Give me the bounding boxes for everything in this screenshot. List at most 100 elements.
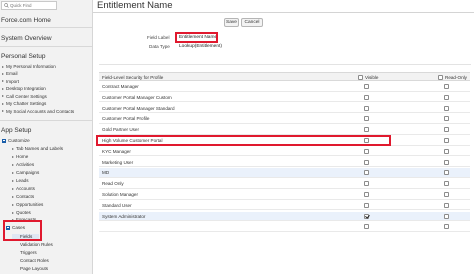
expand-arrow-icon — [12, 187, 14, 190]
expand-arrow-icon — [2, 72, 4, 75]
sidebar-item-accounts[interactable]: Accounts — [12, 186, 35, 192]
table-row: System Administrator — [99, 211, 470, 222]
visible-checkbox[interactable] — [364, 116, 369, 122]
page-title: Entitlement Name — [97, 0, 173, 11]
profile-name: System Administrator — [102, 213, 146, 219]
title-divider — [93, 12, 474, 13]
sidebar-item-social-accounts[interactable]: My Social Accounts and Contacts — [2, 109, 74, 115]
visible-cell — [364, 213, 371, 220]
sidebar-item-triggers[interactable]: Triggers — [20, 250, 37, 256]
read-only-cell — [444, 94, 451, 101]
visible-checkbox[interactable] — [364, 224, 369, 230]
cases-highlight-box — [3, 220, 42, 241]
table-row: Contract Manager — [99, 82, 470, 92]
visible-checkbox[interactable] — [364, 213, 369, 219]
read-only-checkbox[interactable] — [444, 224, 449, 230]
expand-arrow-icon — [2, 80, 4, 82]
read-only-checkbox[interactable] — [444, 170, 449, 176]
section-divider — [99, 64, 471, 65]
expand-arrow-icon — [2, 102, 4, 105]
visible-checkbox[interactable] — [364, 202, 369, 208]
visible-cell — [364, 148, 371, 155]
visible-checkbox[interactable] — [364, 181, 369, 187]
expand-arrow-icon — [2, 65, 4, 68]
visible-checkbox[interactable] — [364, 192, 369, 197]
sidebar-item-call-center-settings[interactable]: Call Center Settings — [2, 94, 47, 100]
read-only-checkbox[interactable] — [444, 105, 449, 111]
read-only-checkbox[interactable] — [444, 94, 449, 100]
sidebar-item-page-layouts[interactable]: Page Layouts — [20, 266, 48, 272]
profile-name: Read Only — [102, 181, 124, 187]
sidebar-item-import[interactable]: Import — [2, 79, 19, 85]
visible-checkbox[interactable] — [364, 94, 369, 100]
sidebar-item-validation-rules[interactable]: Validation Rules — [20, 242, 53, 248]
read-only-checkbox[interactable] — [444, 192, 449, 197]
visible-all-checkbox[interactable] — [358, 74, 363, 80]
read-only-checkbox[interactable] — [444, 148, 449, 154]
read-only-cell — [444, 148, 451, 155]
sidebar-item-email[interactable]: Email — [2, 71, 18, 77]
sidebar-item-home[interactable]: Home — [12, 154, 28, 160]
app-setup-heading: App Setup — [1, 127, 32, 134]
search-input[interactable] — [10, 2, 56, 9]
profile-name: Solution Manager — [102, 192, 139, 197]
read-only-checkbox[interactable] — [444, 159, 449, 165]
visible-cell — [364, 192, 371, 198]
profile-name: Customer Portal Manager Custom — [102, 94, 172, 100]
quick-find-box[interactable] — [1, 1, 57, 10]
read-only-cell — [444, 105, 451, 112]
read-only-checkbox[interactable] — [444, 84, 449, 89]
column-header-visible: Visible — [358, 74, 378, 80]
read-only-checkbox[interactable] — [444, 213, 449, 219]
read-only-checkbox[interactable] — [444, 127, 449, 133]
visible-checkbox[interactable] — [364, 127, 369, 133]
sidebar-item-campaigns[interactable]: Campaigns — [12, 170, 39, 176]
visible-cell — [364, 202, 371, 209]
read-only-cell — [444, 213, 451, 220]
read-only-checkbox[interactable] — [444, 138, 449, 143]
table-row — [99, 222, 470, 232]
search-icon — [4, 3, 9, 8]
table-row: Customer Portal Profile — [99, 114, 470, 124]
sidebar-item-opportunities[interactable]: Opportunities — [12, 202, 43, 208]
expand-arrow-icon — [12, 203, 14, 206]
sidebar-item-quotes[interactable]: Quotes — [12, 210, 31, 216]
sidebar-item-desktop-integration[interactable]: Desktop Integration — [2, 86, 46, 92]
column-header-read-only: Read-Only — [438, 74, 467, 80]
table-row: MD — [99, 168, 470, 178]
visible-checkbox[interactable] — [364, 148, 369, 154]
visible-checkbox[interactable] — [364, 105, 369, 111]
visible-cell — [364, 224, 371, 230]
cancel-button[interactable]: Cancel — [241, 18, 263, 27]
system-overview-link[interactable]: System Overview — [1, 35, 52, 42]
visible-checkbox[interactable] — [364, 84, 369, 89]
read-only-checkbox[interactable] — [444, 116, 449, 122]
table-row: Solution Manager — [99, 190, 470, 200]
sidebar-divider — [0, 46, 92, 47]
read-only-cell — [444, 170, 451, 176]
sidebar-item-tab-names-labels[interactable]: Tab Names and Labels — [12, 146, 63, 152]
sidebar-item-my-personal-information[interactable]: My Personal Information — [2, 64, 56, 70]
profile-name: MD — [102, 170, 110, 176]
read-only-cell — [444, 127, 451, 133]
visible-checkbox[interactable] — [364, 159, 369, 165]
read-only-checkbox[interactable] — [444, 181, 449, 187]
table-row: Read Only — [99, 179, 470, 189]
visible-cell — [364, 127, 371, 133]
profile-name: Marketing User — [102, 159, 134, 165]
sidebar-item-contacts[interactable]: Contacts — [12, 194, 34, 200]
sidebar-item-activities[interactable]: Activities — [12, 162, 34, 168]
sidebar-item-leads[interactable]: Leads — [12, 178, 29, 184]
read-only-cell — [444, 181, 451, 187]
data-type-caption: Data Type — [149, 44, 170, 49]
read-only-all-checkbox[interactable] — [438, 74, 443, 80]
visible-checkbox[interactable] — [364, 170, 369, 176]
sidebar-item-my-chatter-settings[interactable]: My Chatter Settings — [2, 101, 46, 107]
save-button[interactable]: Save — [224, 18, 239, 27]
expand-arrow-icon — [12, 179, 14, 182]
sidebar-item-customize[interactable]: Customize — [2, 138, 30, 144]
force-home-link[interactable]: Force.com Home — [1, 17, 51, 24]
sidebar-item-contact-roles[interactable]: Contact Roles — [20, 258, 49, 264]
profile-name: Gold Partner User — [102, 127, 140, 133]
read-only-checkbox[interactable] — [444, 202, 449, 208]
